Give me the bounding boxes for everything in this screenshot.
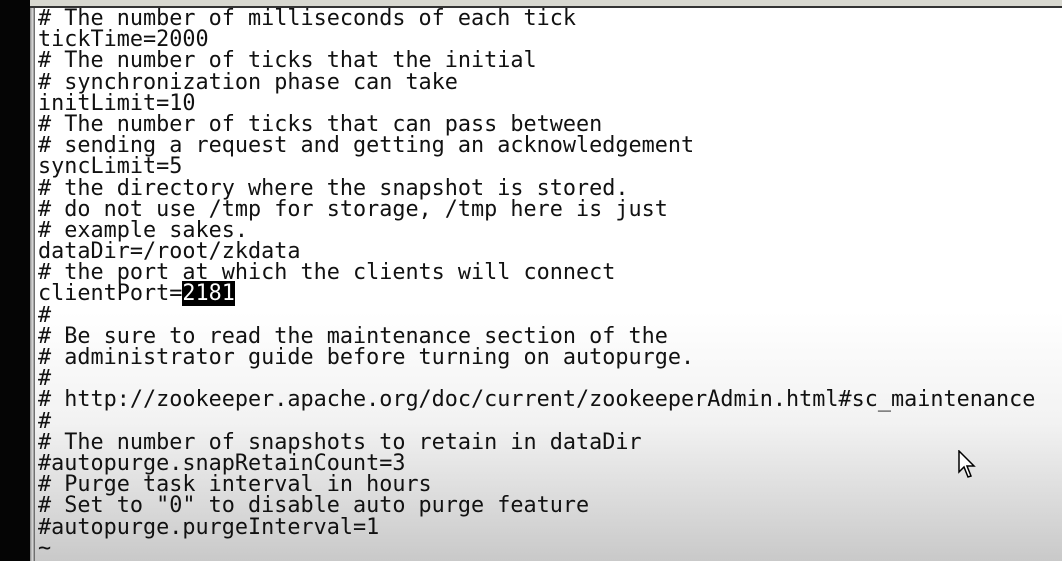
- editor-line-clientport: clientPort=2181: [35, 281, 1062, 307]
- editor-line: #autopurge.purgeInterval=1: [38, 514, 380, 540]
- editor-line: syncLimit=5: [38, 154, 183, 180]
- selected-port-value[interactable]: 2181: [182, 281, 235, 307]
- editor-line: #: [38, 366, 52, 392]
- editor-line: # Be sure to read the maintenance sectio…: [38, 323, 668, 349]
- desktop-left-edge: [0, 0, 30, 561]
- editor-line: # example sakes.: [38, 217, 248, 243]
- editor-line: # The number of snapshots to retain in d…: [38, 429, 642, 455]
- editor-line: # Set to "0" to disable auto purge featu…: [38, 493, 590, 519]
- editor-line: #: [38, 408, 52, 434]
- editor-line: # The number of ticks that the initial: [38, 48, 537, 74]
- editor-line: # do not use /tmp for storage, /tmp here…: [38, 196, 668, 222]
- editor-line: dataDir=/root/zkdata: [38, 239, 301, 265]
- editor-line: tickTime=2000: [38, 27, 209, 53]
- editor-line: # http://zookeeper.apache.org/doc/curren…: [38, 387, 1036, 413]
- terminal-editor[interactable]: # The number of milliseconds of each tic…: [35, 8, 1062, 561]
- editor-line: #autopurge.snapRetainCount=3: [38, 450, 406, 476]
- editor-line: # the port at which the clients will con…: [38, 260, 616, 286]
- editor-line: # The number of milliseconds of each tic…: [38, 6, 577, 31]
- editor-line: # The number of ticks that can pass betw…: [38, 111, 603, 137]
- editor-line: # Purge task interval in hours: [38, 472, 432, 498]
- editor-line: initLimit=10: [38, 90, 196, 116]
- editor-line: #: [38, 302, 52, 328]
- mouse-pointer-icon: [958, 450, 976, 478]
- editor-line-tilde: ~: [38, 535, 52, 561]
- clientport-key: clientPort=: [38, 281, 183, 307]
- editor-line: # administrator guide before turning on …: [38, 345, 695, 370]
- editor-line: # sending a request and getting an ackno…: [38, 133, 695, 159]
- editor-line: # synchronization phase can take: [38, 69, 458, 95]
- editor-line: # the directory where the snapshot is st…: [38, 175, 629, 201]
